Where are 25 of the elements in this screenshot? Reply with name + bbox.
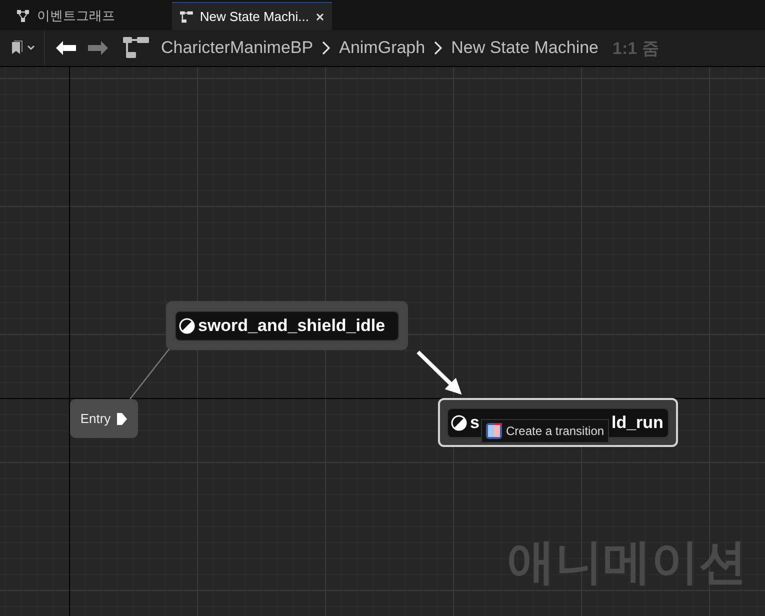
editor-tab[interactable]: 이벤트그래프: [8, 2, 158, 30]
entry-node[interactable]: Entry: [70, 399, 138, 438]
state-machine-icon: [123, 37, 149, 59]
transition-arrow: [416, 350, 462, 395]
graph-icon: [16, 9, 30, 23]
state-machine-icon: [180, 10, 193, 24]
state-title: sword_and_shield_idle: [198, 316, 386, 336]
state-icon: [179, 318, 195, 334]
breadcrumb-link[interactable]: AnimGraph: [339, 38, 426, 58]
state-icon: [451, 415, 467, 431]
chevron-icon: [434, 41, 442, 55]
state-node[interactable]: sword_and_shield_idle: [166, 301, 408, 350]
tooltip-text: Create a transition: [506, 424, 604, 438]
breadcrumb-link[interactable]: New State Machine: [451, 38, 598, 58]
entry-label: Entry: [80, 411, 111, 426]
transition-icon: [486, 423, 502, 439]
state-title: s: [470, 413, 480, 433]
close-icon[interactable]: [316, 12, 324, 20]
breadcrumb-link[interactable]: CharicterManimeBP: [161, 38, 314, 58]
forward-arrow-icon[interactable]: [87, 40, 109, 56]
chevron-icon: [322, 41, 330, 55]
output-pin-icon: [116, 412, 128, 426]
back-arrow-icon[interactable]: [55, 40, 77, 56]
editor-tab[interactable]: New State Machi...: [172, 2, 332, 30]
state-title: ld_run: [611, 413, 664, 433]
